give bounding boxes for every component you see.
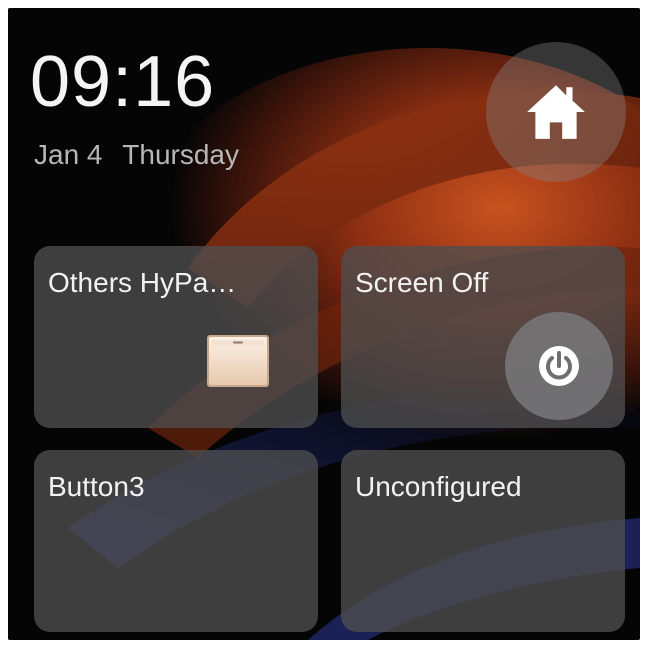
tile-others-hypanel[interactable]: Others HyPa… bbox=[34, 246, 318, 428]
tile-label: Others HyPa… bbox=[48, 267, 237, 298]
tile-label: Screen Off bbox=[355, 267, 489, 298]
weekday-label: Thursday bbox=[122, 139, 239, 170]
tile-label: Button3 bbox=[48, 471, 145, 502]
home-button[interactable] bbox=[486, 42, 626, 182]
power-icon bbox=[539, 346, 579, 386]
device-screen: 09:16 Jan 4 Thursday Others HyPa… Screen… bbox=[8, 8, 640, 640]
power-button[interactable] bbox=[505, 312, 613, 420]
clock-time: 09:16 bbox=[30, 42, 216, 122]
tile-label: Unconfigured bbox=[355, 471, 522, 502]
tile-unconfigured[interactable]: Unconfigured bbox=[341, 450, 625, 632]
tile-screen-off[interactable]: Screen Off bbox=[341, 246, 625, 428]
tile-button3[interactable]: Button3 bbox=[34, 450, 318, 632]
date-display: Jan 4 Thursday bbox=[34, 138, 239, 172]
light-switch-icon bbox=[207, 335, 269, 387]
date-label: Jan 4 bbox=[34, 139, 103, 170]
home-icon bbox=[527, 85, 585, 139]
